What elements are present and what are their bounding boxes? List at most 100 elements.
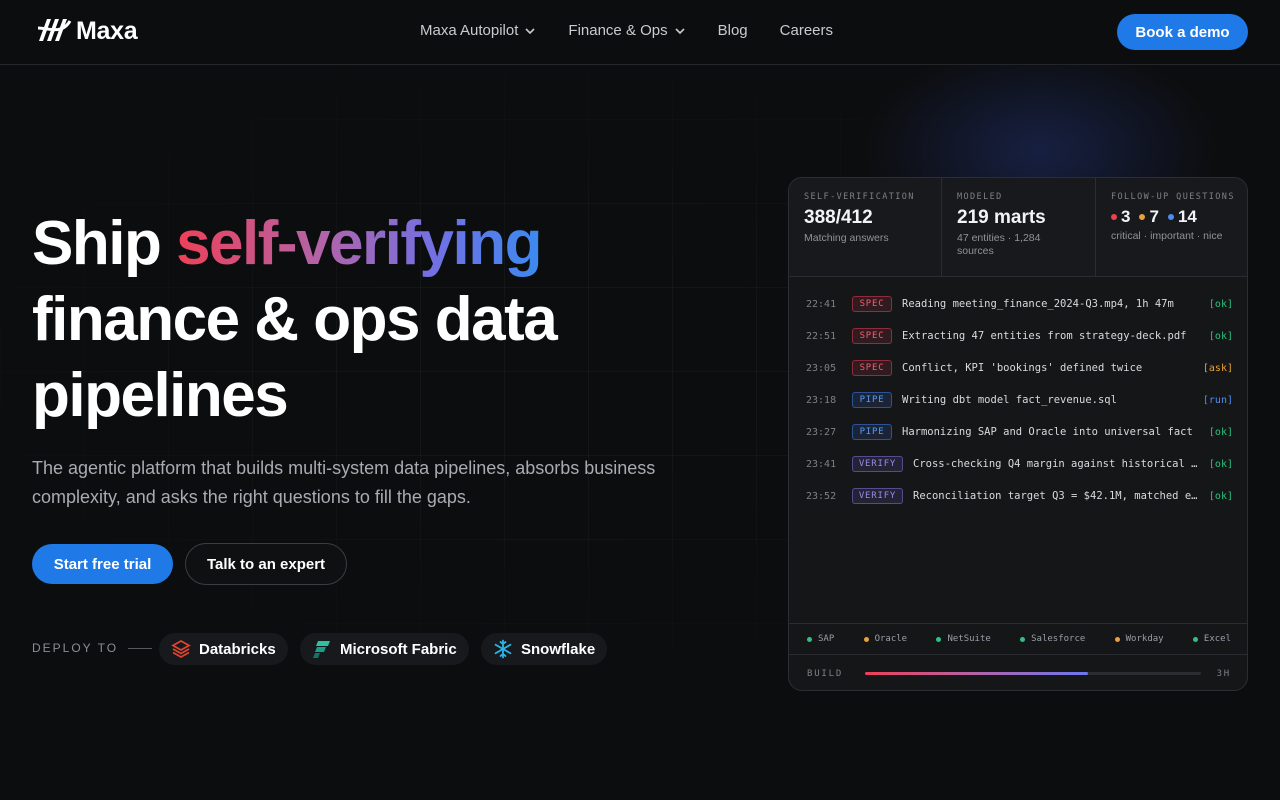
- source-item: Salesforce: [1020, 634, 1085, 644]
- nav-item-careers[interactable]: Careers: [780, 22, 833, 39]
- divider: [128, 647, 153, 649]
- activity-panel: SELF-VERIFICATION 388/412 Matching answe…: [788, 177, 1248, 691]
- main-nav: Maxa Autopilot Finance & Ops Blog Career…: [420, 22, 833, 39]
- deploy-target-snowflake[interactable]: Snowflake: [481, 633, 608, 665]
- log-tag: SPEC: [852, 328, 892, 344]
- source-item: Excel: [1192, 634, 1231, 644]
- nav-item-label: Blog: [717, 22, 748, 39]
- stat-modeled: MODELED 219 marts 47 entities · 1,284 so…: [941, 178, 1095, 277]
- source-item: Workday: [1114, 634, 1164, 644]
- deploy-target-microsoft-fabric[interactable]: Microsoft Fabric: [300, 633, 469, 665]
- log-row: 23:27 PIPE Harmonizing SAP and Oracle into…: [789, 416, 1247, 448]
- stat-label: FOLLOW-UP QUESTIONS: [1111, 192, 1235, 202]
- log-message: Harmonizing SAP and Oracle into universa…: [902, 426, 1193, 438]
- hero-title-line3: pipelines: [32, 361, 289, 430]
- log-time: 22:51: [806, 330, 837, 342]
- log-tag: PIPE: [852, 424, 892, 440]
- log-row: 23:18 PIPE Writing dbt model fact_revenue.…: [789, 384, 1247, 416]
- status-dot: [1192, 636, 1198, 642]
- nav-item-finance-ops[interactable]: Finance & Ops: [568, 22, 685, 39]
- activity-log: 22:41 SPEC Reading meeting_finance_2024-Q3…: [789, 288, 1247, 512]
- log-message: Reading meeting_finance_2024-Q3.mp4, 1h …: [902, 298, 1174, 310]
- log-status: [ok]: [1208, 426, 1233, 438]
- stat-desc: Matching answers: [804, 232, 889, 244]
- log-tag: PIPE: [852, 392, 892, 408]
- source-name: SAP: [818, 634, 835, 644]
- follow-up-counts: 3 7 14: [1111, 207, 1247, 227]
- log-time: 22:41: [806, 298, 837, 310]
- fabric-icon: [313, 641, 330, 658]
- nice-count: 14: [1177, 207, 1197, 226]
- log-status: [ok]: [1208, 298, 1233, 310]
- source-systems: SAP Oracle NetSuite Salesforce Workday Excel: [789, 623, 1247, 655]
- start-free-trial-button[interactable]: Start free trial: [32, 544, 173, 584]
- stat-self-verification: SELF-VERIFICATION 388/412 Matching answe…: [789, 178, 941, 277]
- build-time: 3H: [1216, 668, 1231, 679]
- source-item: Oracle: [863, 634, 908, 644]
- log-tag: VERIFY: [852, 488, 903, 504]
- log-status: [ok]: [1208, 330, 1233, 342]
- hero-title-line2: finance & ops data: [32, 285, 558, 354]
- log-time: 23:41: [806, 458, 837, 470]
- chevron-down-icon: [525, 27, 535, 34]
- source-name: NetSuite: [947, 634, 991, 644]
- status-dot: [1020, 636, 1026, 642]
- databricks-icon: [171, 639, 191, 659]
- nav-item-maxa-autopilot[interactable]: Maxa Autopilot: [420, 22, 536, 39]
- source-name: Oracle: [874, 634, 908, 644]
- hero-title-pre: Ship: [32, 209, 177, 278]
- source-item: NetSuite: [936, 634, 991, 644]
- log-row: 23:05 SPEC Conflict, KPI 'bookings' define…: [789, 352, 1247, 384]
- build-label: BUILD: [807, 668, 844, 679]
- build-progress: BUILD 3H: [789, 655, 1247, 690]
- deploy-label-text: DEPLOY TO: [32, 641, 119, 655]
- build-progress-fill: [865, 672, 1089, 675]
- log-row: 22:51 SPEC Extracting 47 entities from str…: [789, 320, 1247, 352]
- logo[interactable]: Maxa: [36, 15, 138, 47]
- log-status: [run]: [1202, 394, 1233, 406]
- log-tag: SPEC: [852, 296, 892, 312]
- log-time: 23:18: [806, 394, 837, 406]
- stat-desc: 47 entities · 1,284 sources: [957, 232, 1041, 257]
- source-name: Workday: [1125, 634, 1164, 644]
- log-message: Cross-checking Q4 margin against histori…: [913, 458, 1199, 470]
- source-item: SAP: [807, 634, 834, 644]
- chevron-down-icon: [675, 27, 685, 34]
- log-message: Writing dbt model fact_revenue.sql: [902, 394, 1117, 406]
- stat-value: 219 marts: [957, 207, 1046, 228]
- site-header: Maxa Maxa Autopilot Finance & Ops Blog C…: [0, 0, 1280, 65]
- hero-title: Ship self-verifying finance & ops data p…: [32, 206, 672, 434]
- nav-item-blog[interactable]: Blog: [718, 22, 748, 39]
- stat-desc: critical · important · nice: [1111, 230, 1223, 242]
- nav-item-label: Maxa Autopilot: [420, 22, 519, 39]
- maxa-logo-icon: [37, 19, 72, 41]
- snowflake-icon: [494, 639, 512, 659]
- deploy-target-databricks[interactable]: Databricks: [159, 633, 288, 665]
- deploy-label: DEPLOY TO: [32, 641, 153, 655]
- log-row: 22:41 SPEC Reading meeting_finance_2024-Q3…: [789, 288, 1247, 320]
- stat-value: 388/412: [804, 207, 873, 228]
- status-dot: [1114, 636, 1120, 642]
- log-message: Extracting 47 entities from strategy-dec…: [902, 330, 1187, 342]
- important-dot: [1139, 214, 1146, 220]
- deploy-target-label: Databricks: [199, 640, 276, 658]
- log-time: 23:52: [806, 490, 837, 502]
- stat-label: SELF-VERIFICATION: [804, 192, 915, 202]
- hero-subtitle: The agentic platform that builds multi-s…: [32, 458, 656, 507]
- stat-follow-up-questions: FOLLOW-UP QUESTIONS 3 7 14 critical · im…: [1095, 178, 1247, 277]
- source-name: Excel: [1203, 634, 1231, 644]
- log-tag: SPEC: [852, 360, 892, 376]
- log-message: Reconciliation target Q3 = $42.1M, match…: [913, 490, 1199, 502]
- logo-text: Maxa: [76, 16, 138, 45]
- deploy-target-label: Snowflake: [521, 640, 596, 658]
- log-message: Conflict, KPI 'bookings' defined twice: [902, 362, 1143, 374]
- log-time: 23:27: [806, 426, 837, 438]
- log-tag: VERIFY: [852, 456, 903, 472]
- book-demo-button[interactable]: Book a demo: [1117, 14, 1248, 50]
- nav-item-label: Careers: [779, 22, 834, 39]
- stat-label: MODELED: [957, 192, 1003, 202]
- talk-to-expert-button[interactable]: Talk to an expert: [185, 543, 347, 585]
- nav-item-label: Finance & Ops: [568, 22, 668, 39]
- log-status: [ok]: [1208, 490, 1233, 502]
- critical-count: 3: [1121, 207, 1131, 226]
